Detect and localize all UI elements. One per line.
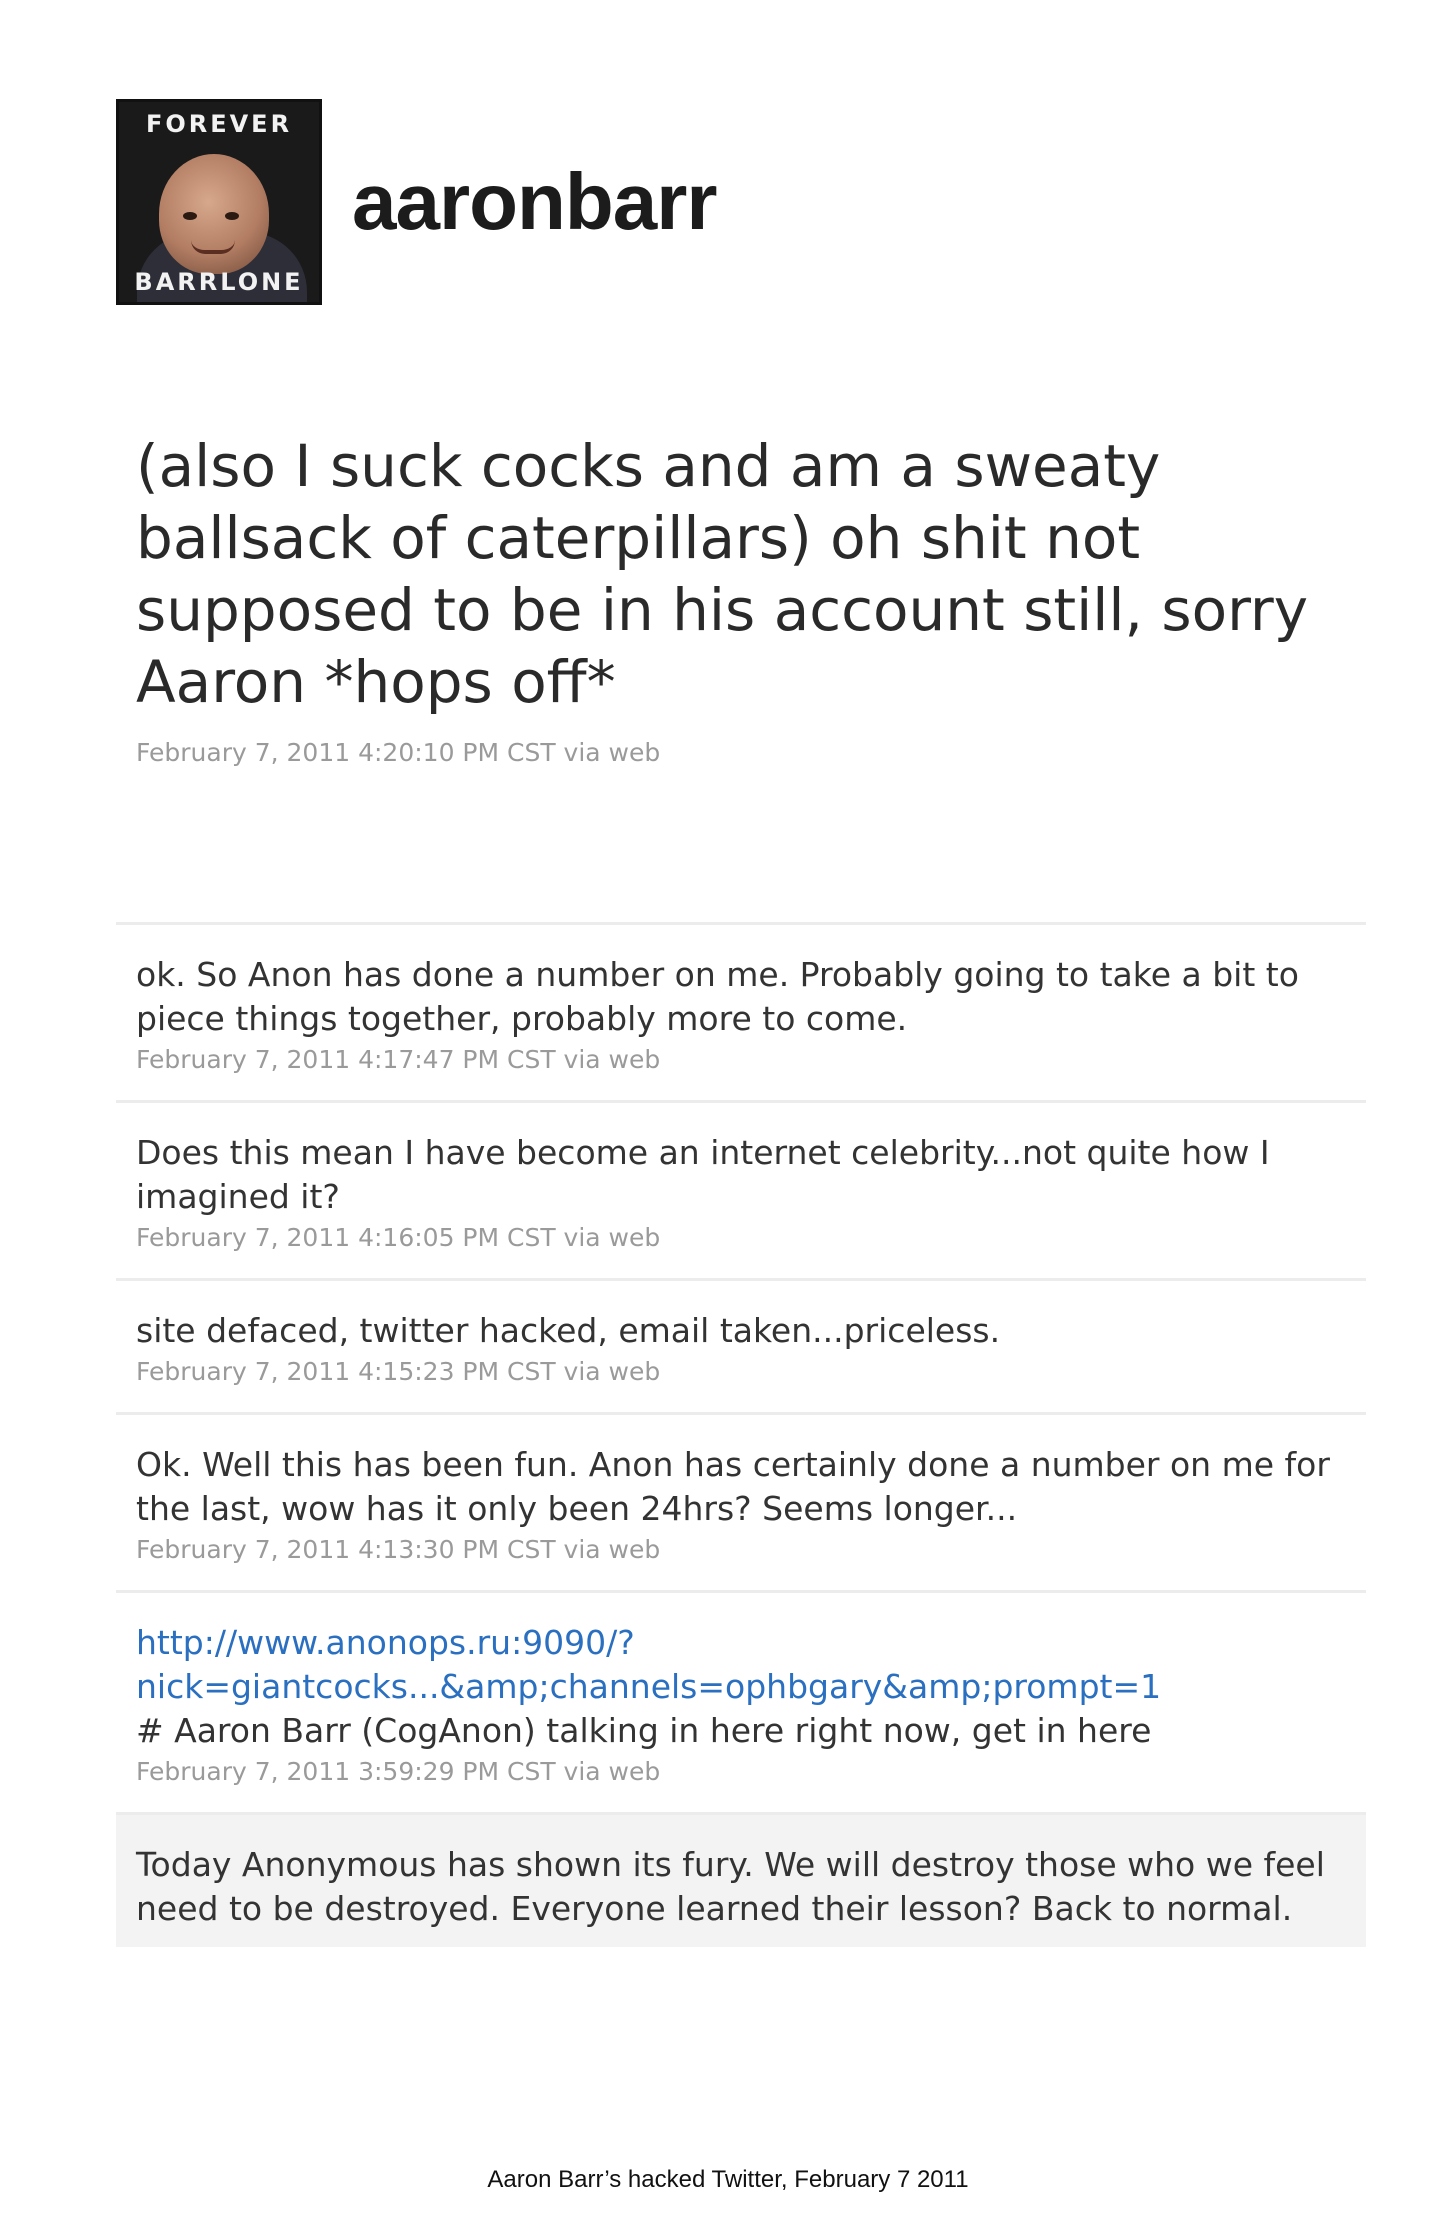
tweet-item: http://www.anonops.ru:9090/? nick=giantco… (116, 1590, 1366, 1812)
featured-tweet: (also I suck cocks and am a sweaty balls… (136, 430, 1336, 767)
tweet-timestamp[interactable]: February 7, 2011 4:16:05 PM CST via web (136, 1223, 1346, 1252)
tweet-item-highlighted: Today Anonymous has shown its fury. We w… (116, 1812, 1366, 1947)
tweet-timestamp[interactable]: February 7, 2011 4:15:23 PM CST via web (136, 1357, 1346, 1386)
featured-tweet-text: (also I suck cocks and am a sweaty balls… (136, 432, 1309, 716)
avatar-eye-left (183, 212, 197, 220)
avatar-caption-bottom: BARRLONE (134, 268, 304, 296)
tweet-item: ok. So Anon has done a number on me. Pro… (116, 922, 1366, 1100)
avatar[interactable]: FOREVER BARRLONE (116, 99, 322, 305)
tweet-item: Ok. Well this has been fun. Anon has cer… (116, 1412, 1366, 1590)
featured-tweet-timestamp[interactable]: February 7, 2011 4:20:10 PM CST via web (136, 738, 1336, 767)
tweet-item: site defaced, twitter hacked, email take… (116, 1278, 1366, 1412)
tweet-link-line2: nick=giantcocks...&amp;channels=ophbgary… (136, 1667, 1162, 1706)
tweet-text: Today Anonymous has shown its fury. We w… (136, 1845, 1325, 1928)
tweet-text-with-link: http://www.anonops.ru:9090/? nick=giantco… (136, 1621, 1346, 1753)
tweet-text: site defaced, twitter hacked, email take… (136, 1311, 1001, 1350)
figure-caption: Aaron Barr’s hacked Twitter, February 7 … (487, 2166, 969, 2193)
avatar-caption-top: FOREVER (145, 110, 293, 138)
tweet-text: # Aaron Barr (CogAnon) talking in here r… (136, 1711, 1152, 1750)
tweet-timestamp[interactable]: February 7, 2011 3:59:29 PM CST via web (136, 1757, 1346, 1786)
tweet-timestamp[interactable]: February 7, 2011 4:17:47 PM CST via web (136, 1045, 1346, 1074)
tweet-item: Does this mean I have become an internet… (116, 1100, 1366, 1278)
tweet-timestamp[interactable]: February 7, 2011 4:13:30 PM CST via web (136, 1535, 1346, 1564)
avatar-face (159, 154, 269, 274)
avatar-eye-right (225, 212, 239, 220)
avatar-mouth (191, 240, 235, 254)
tweet-list: ok. So Anon has done a number on me. Pro… (116, 922, 1366, 1947)
tweet-text: Does this mean I have become an internet… (136, 1133, 1270, 1216)
tweet-text: Ok. Well this has been fun. Anon has cer… (136, 1445, 1330, 1528)
profile-username[interactable]: aaronbarr (352, 156, 717, 248)
tweet-link-line1: http://www.anonops.ru:9090/? (136, 1623, 635, 1662)
profile-header: FOREVER BARRLONE aaronbarr (116, 97, 717, 307)
tweet-text: ok. So Anon has done a number on me. Pro… (136, 955, 1299, 1038)
tweet-link[interactable]: http://www.anonops.ru:9090/? nick=giantco… (136, 1623, 1161, 1706)
